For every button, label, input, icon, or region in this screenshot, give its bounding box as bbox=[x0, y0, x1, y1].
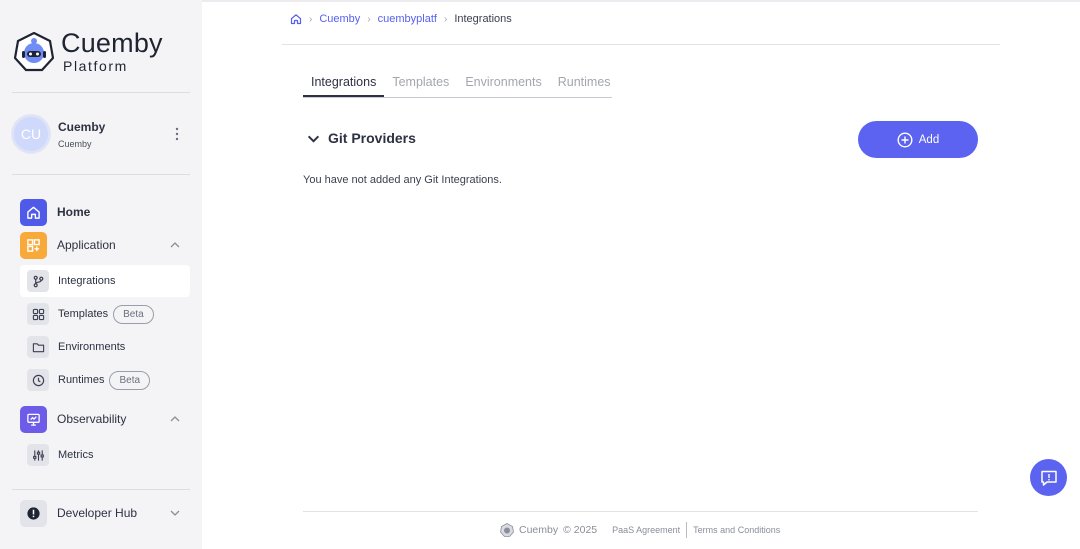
footer-brand: Cuemby bbox=[519, 524, 559, 536]
brand-title: Cuemby bbox=[61, 28, 163, 58]
header-divider bbox=[282, 44, 1000, 45]
plus-circle-icon bbox=[897, 131, 913, 148]
home-icon[interactable] bbox=[290, 13, 302, 25]
alert-icon bbox=[20, 499, 47, 527]
terms-link[interactable]: Terms and Conditions bbox=[693, 525, 780, 535]
sidebar-item-label: Observability bbox=[57, 412, 127, 426]
sidebar-item-label: Runtimes bbox=[58, 374, 105, 386]
sidebar-item-application[interactable]: Application bbox=[20, 231, 190, 259]
sidebar-item-runtimes[interactable]: Runtimes Beta bbox=[20, 364, 190, 396]
more-options-icon[interactable] bbox=[174, 127, 180, 141]
breadcrumb-org[interactable]: Cuemby bbox=[319, 13, 360, 25]
sidebar-item-label: Environments bbox=[58, 341, 126, 353]
tab-integrations[interactable]: Integrations bbox=[303, 70, 385, 97]
chevron-right-icon: › bbox=[309, 13, 313, 25]
sidebar-item-home[interactable]: Home bbox=[20, 198, 190, 226]
apps-icon bbox=[20, 231, 47, 259]
cuemby-logo-icon bbox=[14, 31, 54, 71]
tab-bar: Integrations Templates Environments Runt… bbox=[303, 70, 612, 98]
footer-divider bbox=[303, 511, 978, 512]
sidebar-item-metrics[interactable]: Metrics bbox=[20, 439, 190, 471]
chevron-down-icon[interactable] bbox=[170, 508, 180, 518]
empty-state-message: You have not added any Git Integrations. bbox=[303, 174, 502, 186]
sidebar-item-integrations[interactable]: Integrations bbox=[20, 265, 190, 297]
clock-icon bbox=[27, 369, 49, 391]
footer-copyright: © 2025 bbox=[563, 524, 598, 536]
chevron-up-icon[interactable] bbox=[170, 414, 180, 424]
git-providers-header[interactable]: Git Providers bbox=[307, 130, 416, 146]
sidebar-divider bbox=[12, 174, 190, 175]
sidebar-item-environments[interactable]: Environments bbox=[20, 331, 190, 363]
sidebar-divider bbox=[12, 489, 190, 490]
chevron-up-icon[interactable] bbox=[170, 240, 180, 250]
sidebar-item-developer-hub[interactable]: Developer Hub bbox=[20, 499, 190, 527]
user-org: Cuemby bbox=[58, 138, 92, 149]
beta-badge: Beta bbox=[109, 370, 151, 390]
sidebar-item-label: Integrations bbox=[58, 275, 116, 287]
footer-separator bbox=[686, 522, 688, 538]
sidebar-item-observability[interactable]: Observability bbox=[20, 405, 190, 433]
sidebar-item-templates[interactable]: Templates Beta bbox=[20, 298, 190, 330]
grid-icon bbox=[27, 303, 49, 325]
sidebar-item-label: Application bbox=[57, 238, 116, 252]
add-button[interactable]: Add bbox=[858, 121, 978, 158]
footer: Cuemby © 2025 PaaS Agreement Terms and C… bbox=[500, 522, 780, 538]
breadcrumb-current: Integrations bbox=[454, 13, 512, 25]
breadcrumb-project[interactable]: cuembyplatf bbox=[378, 13, 437, 25]
add-button-label: Add bbox=[918, 133, 940, 146]
sidebar: Cuemby Platform CU Cuemby Cuemby Home Ap… bbox=[0, 0, 202, 549]
beta-badge: Beta bbox=[113, 304, 154, 324]
home-icon bbox=[20, 198, 47, 226]
top-border bbox=[202, 0, 1080, 2]
cuemby-logo-icon bbox=[500, 523, 514, 537]
tab-templates[interactable]: Templates bbox=[384, 70, 457, 97]
breadcrumb: › Cuemby › cuembyplatf › Integrations bbox=[290, 13, 512, 25]
chat-help-icon bbox=[1040, 470, 1057, 486]
sidebar-item-label: Metrics bbox=[58, 449, 94, 461]
help-chat-button[interactable] bbox=[1030, 459, 1067, 496]
user-card: CU Cuemby Cuemby bbox=[12, 114, 190, 154]
tab-runtimes[interactable]: Runtimes bbox=[550, 70, 619, 97]
sidebar-item-label: Home bbox=[57, 205, 91, 219]
git-branch-icon bbox=[27, 270, 49, 292]
sidebar-divider bbox=[12, 92, 190, 93]
sidebar-item-label: Developer Hub bbox=[57, 506, 138, 520]
chevron-right-icon: › bbox=[443, 13, 448, 25]
sidebar-item-label: Templates bbox=[58, 308, 109, 320]
sliders-icon bbox=[27, 444, 49, 466]
chevron-down-icon bbox=[307, 135, 320, 143]
user-name: Cuemby bbox=[58, 119, 106, 134]
avatar[interactable]: CU bbox=[12, 115, 50, 153]
chevron-right-icon: › bbox=[367, 13, 371, 25]
tab-environments[interactable]: Environments bbox=[457, 70, 549, 97]
monitor-icon bbox=[20, 405, 47, 433]
brand-subtitle: Platform bbox=[63, 58, 128, 74]
brand-logo[interactable]: Cuemby Platform bbox=[14, 30, 163, 73]
paas-agreement-link[interactable]: PaaS Agreement bbox=[612, 525, 680, 535]
folder-icon bbox=[27, 336, 49, 358]
section-title: Git Providers bbox=[328, 130, 416, 146]
